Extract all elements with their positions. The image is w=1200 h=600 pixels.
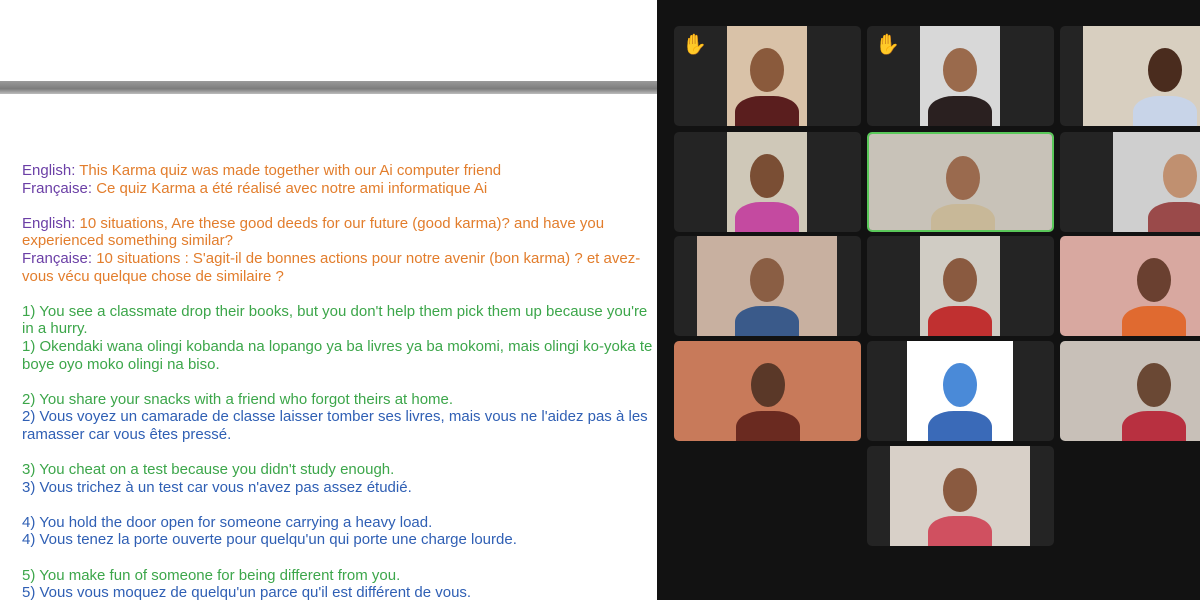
participant-video [920,236,1000,336]
label: Française: [22,179,93,197]
participant-face [750,363,785,407]
participant-tile[interactable] [1060,26,1200,126]
participant-tile-active-speaker[interactable] [867,132,1054,232]
situation-en: 3) You cheat on a test because you didn'… [22,461,395,479]
text: Ce quiz Karma a été réalisé avec notre a… [92,179,488,197]
situation: 5) You make fun of someone for being dif… [22,567,654,600]
participant-video [1060,236,1200,336]
text: This Karma quiz was made together with o… [75,162,502,179]
participant-body [1148,202,1200,232]
participant-tile[interactable] [674,132,861,232]
situation: 1) You see a classmate drop their books,… [22,303,654,373]
situation-fr: 3) Vous trichez à un test car vous n'ave… [22,478,412,496]
participant-tile[interactable]: ✋ [867,26,1054,126]
participant-tile[interactable] [674,341,861,441]
participant-body [735,306,799,336]
raised-hand-icon: ✋ [875,34,900,56]
participant-face [1163,154,1197,198]
situation: 4) You hold the door open for someone ca… [22,514,654,549]
participant-body [1133,96,1197,126]
situation-fr: 1) Okendaki wana olingi kobanda na lopan… [22,337,653,373]
participant-body [928,96,992,126]
text: 10 situations, Are these good deeds for … [22,214,605,250]
intro: English: This Karma quiz was made togeth… [22,162,654,197]
situation-en: 4) You hold the door open for someone ca… [22,513,433,531]
text: 10 situations : S'agit-il de bonnes acti… [22,249,641,285]
participant-tile[interactable] [1060,236,1200,336]
situation-fr: 2) Vous voyez un camarade de classe lais… [22,408,648,443]
participant-face [1136,258,1171,302]
participant-body [1121,411,1186,441]
participant-body [930,204,995,230]
label: Française: [22,249,93,267]
participant-tile[interactable]: ✋ [674,26,861,126]
situation: 2) You share your snacks with a friend w… [22,391,654,444]
participant-tile[interactable] [1060,341,1200,441]
participant-video [674,341,861,441]
video-gallery: ✋ ✋ [657,0,1200,600]
situation-en: 1) You see a classmate drop their books,… [22,302,648,338]
participant-tile[interactable] [867,341,1054,441]
slide-content: English: This Karma quiz was made togeth… [22,162,654,600]
participant-tile[interactable] [867,236,1054,336]
participant-body [928,411,992,441]
participant-face [750,48,784,92]
participant-tile[interactable] [674,236,861,336]
participant-video [697,236,837,336]
participant-video [1113,132,1200,232]
situation-fr: 5) Vous vous moquez de quelqu'un parce q… [22,584,472,600]
shared-screen: English: This Karma quiz was made togeth… [0,0,657,600]
participant-video [920,26,1000,126]
raised-hand-icon: ✋ [682,34,707,56]
participant-face [943,258,977,302]
participant-body [735,202,799,232]
participant-face [943,363,977,407]
label: English: [22,162,76,179]
participant-video [1060,341,1200,441]
participant-face [945,156,980,200]
participant-body [928,306,992,336]
participant-video [907,341,1013,441]
participant-body [1121,306,1186,336]
participant-face [1136,363,1171,407]
question: English: 10 situations, Are these good d… [22,215,654,285]
participant-body [735,411,800,441]
situation: 3) You cheat on a test because you didn'… [22,461,654,496]
participant-video [890,446,1030,546]
participant-face [750,154,784,198]
participant-video [727,132,807,232]
participant-face [750,258,784,302]
participant-video [1083,26,1200,126]
participant-video [869,134,1052,230]
participant-body [735,96,799,126]
situation-en: 5) You make fun of someone for being dif… [22,566,401,584]
participant-face [943,468,977,512]
participant-body [928,516,992,546]
participant-video [727,26,807,126]
situation-en: 2) You share your snacks with a friend w… [22,390,454,408]
situation-fr: 4) Vous tenez la porte ouverte pour quel… [22,531,517,549]
slide-toolbar [0,81,657,94]
participant-tile[interactable] [867,446,1054,546]
participant-face [943,48,977,92]
label: English: [22,214,76,232]
participant-face [1148,48,1182,92]
participant-tile[interactable] [1060,132,1200,232]
